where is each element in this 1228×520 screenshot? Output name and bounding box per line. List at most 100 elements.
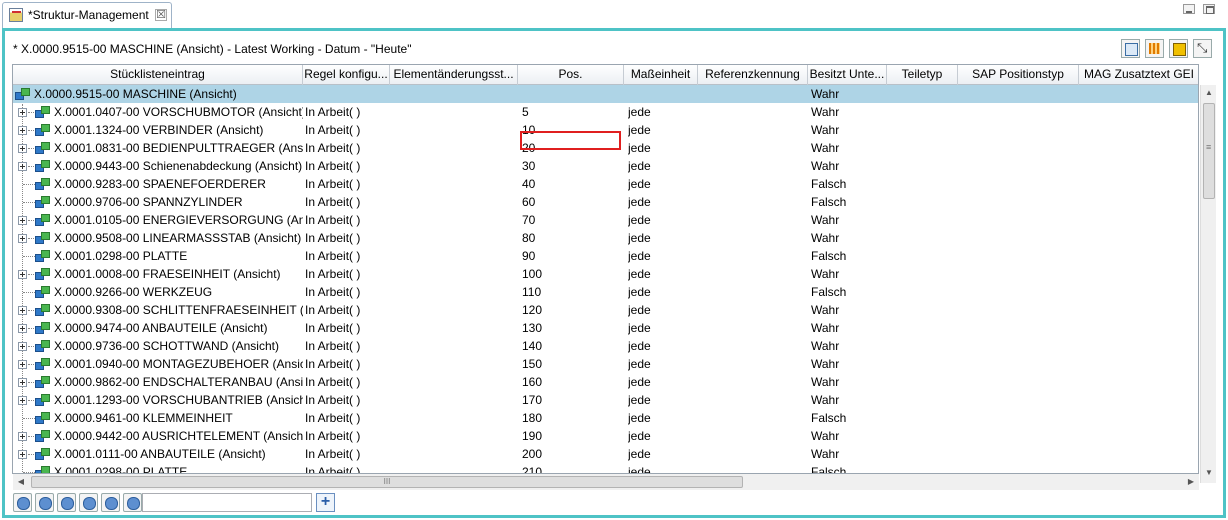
search-input[interactable] xyxy=(142,493,312,512)
column-header[interactable]: Maßeinheit xyxy=(624,65,698,85)
horizontal-scrollbar[interactable]: ◀ III ▶ xyxy=(13,474,1199,490)
insert-button[interactable] xyxy=(13,493,32,512)
expand-icon[interactable] xyxy=(18,306,27,315)
column-header[interactable]: Stücklisteneintrag xyxy=(13,65,303,85)
expand-icon[interactable] xyxy=(18,396,27,405)
column-header[interactable]: SAP Positionstyp xyxy=(958,65,1079,85)
table-row[interactable]: X.0000.9442-00 AUSRICHTELEMENT (Ansicht)… xyxy=(13,427,1198,445)
table-row[interactable]: X.0001.0940-00 MONTAGEZUBEHOER (Ansicht)… xyxy=(13,355,1198,373)
table-row[interactable]: X.0001.0111-00 ANBAUTEILE (Ansicht) In Ar… xyxy=(13,445,1198,463)
horizontal-scroll-thumb[interactable]: III xyxy=(31,476,743,488)
expand-icon[interactable] xyxy=(18,432,27,441)
row-unit: jede xyxy=(628,159,651,173)
maximize-button[interactable] xyxy=(1203,4,1215,14)
expand-icon[interactable] xyxy=(18,216,27,225)
scroll-left-icon[interactable]: ◀ xyxy=(13,474,29,490)
row-has-children: Wahr xyxy=(811,231,840,245)
find-button[interactable] xyxy=(79,493,98,512)
row-position: 60 xyxy=(522,195,536,209)
row-name: X.0000.9266-00 WERKZEUG xyxy=(54,285,213,299)
table-row[interactable]: X.0000.9706-00 SPANNZYLINDER In Arbeit( )… xyxy=(13,193,1198,211)
row-has-children: Wahr xyxy=(811,357,840,371)
part-icon xyxy=(35,357,51,371)
table-row[interactable]: X.0000.9862-00 ENDSCHALTERANBAU (Ansic..… xyxy=(13,373,1198,391)
row-unit: jede xyxy=(628,105,651,119)
row-has-children: Falsch xyxy=(811,285,847,299)
row-rule: In Arbeit( ) xyxy=(305,159,361,173)
expand-icon[interactable] xyxy=(18,108,27,117)
part-icon xyxy=(35,249,51,263)
row-name: X.0001.0940-00 MONTAGEZUBEHOER (Ansicht) xyxy=(54,357,303,371)
table-row[interactable]: X.0000.9308-00 SCHLITTENFRAESEINHEIT (An… xyxy=(13,301,1198,319)
add-button[interactable]: + xyxy=(316,493,335,512)
column-header[interactable]: Regel konfigu... xyxy=(303,65,390,85)
column-header[interactable]: Teiletyp xyxy=(887,65,958,85)
row-position: 170 xyxy=(522,393,543,407)
row-name: X.0000.9442-00 AUSRICHTELEMENT (Ansicht) xyxy=(54,429,303,443)
row-has-children: Falsch xyxy=(811,249,847,263)
row-position: 130 xyxy=(522,321,543,335)
expand-icon[interactable] xyxy=(18,378,27,387)
row-has-children: Wahr xyxy=(811,447,840,461)
table-row[interactable]: X.0000.9461-00 KLEMMEINHEIT In Arbeit( ) 1… xyxy=(13,409,1198,427)
column-header[interactable]: Elementänderungsst... xyxy=(390,65,518,85)
table-row[interactable]: X.0001.0407-00 VORSCHUBMOTOR (Ansicht) In… xyxy=(13,103,1198,121)
row-position: 120 xyxy=(522,303,543,317)
row-rule: In Arbeit( ) xyxy=(305,465,361,474)
save-button[interactable] xyxy=(1169,39,1188,58)
table-row[interactable]: X.0001.0298-00 PLATTE In Arbeit( ) 210 jede… xyxy=(13,463,1198,474)
table-row[interactable]: X.0000.9508-00 LINEARMASSSTAB (Ansicht) I… xyxy=(13,229,1198,247)
vertical-scroll-thumb[interactable]: ≡ xyxy=(1203,103,1215,199)
configure-button[interactable] xyxy=(123,493,142,512)
part-icon xyxy=(35,177,51,191)
scroll-up-icon[interactable]: ▲ xyxy=(1201,85,1217,101)
row-rule: In Arbeit( ) xyxy=(305,303,361,317)
refresh-button[interactable] xyxy=(57,493,76,512)
scroll-down-icon[interactable]: ▼ xyxy=(1201,465,1217,481)
close-icon[interactable]: ☒ xyxy=(155,9,167,21)
expand-icon[interactable] xyxy=(18,270,27,279)
navigate-button[interactable] xyxy=(35,493,54,512)
part-icon xyxy=(35,231,51,245)
row-unit: jede xyxy=(628,429,651,443)
table-row[interactable]: X.0000.9736-00 SCHOTTWAND (Ansicht) In Ar… xyxy=(13,337,1198,355)
expand-icon[interactable] xyxy=(18,144,27,153)
table-row[interactable]: X.0000.9443-00 Schienenabdeckung (Ansich… xyxy=(13,157,1198,175)
table-row-root[interactable]: X.0000.9515-00 MASCHINE (Ansicht) Wahr xyxy=(13,85,1198,103)
column-header[interactable]: Besitzt Unte... xyxy=(808,65,887,85)
column-header[interactable]: Referenzkennung xyxy=(698,65,808,85)
table-row[interactable]: X.0000.9283-00 SPAENEFOERDERER In Arbeit(… xyxy=(13,175,1198,193)
column-header[interactable]: Pos. xyxy=(518,65,624,85)
column-header[interactable]: MAG Zusatztext GEI xyxy=(1079,65,1198,85)
table-row[interactable]: X.0001.0105-00 ENERGIEVERSORGUNG (Ansic.… xyxy=(13,211,1198,229)
collapse-button[interactable] xyxy=(1193,39,1212,58)
row-has-children: Wahr xyxy=(811,141,840,155)
expand-icon[interactable] xyxy=(18,234,27,243)
expand-icon[interactable] xyxy=(18,126,27,135)
table-row[interactable]: X.0001.1293-00 VORSCHUBANTRIEB (Ansicht)… xyxy=(13,391,1198,409)
part-icon xyxy=(35,375,51,389)
tree-connector xyxy=(23,292,35,293)
row-unit: jede xyxy=(628,213,651,227)
part-icon xyxy=(35,285,51,299)
table-row[interactable]: X.0001.0008-00 FRAESEINHEIT (Ansicht) In … xyxy=(13,265,1198,283)
row-rule: In Arbeit( ) xyxy=(305,177,361,191)
table-view-button[interactable] xyxy=(1145,39,1164,58)
vertical-scrollbar[interactable]: ▲ ≡ ▼ xyxy=(1200,85,1216,483)
tab-struktur-management[interactable]: *Struktur-Management ☒ xyxy=(2,2,172,28)
expand-icon[interactable] xyxy=(18,342,27,351)
filter-button[interactable] xyxy=(101,493,120,512)
row-name: X.0001.0298-00 PLATTE xyxy=(54,249,188,263)
expand-icon[interactable] xyxy=(18,324,27,333)
scroll-right-icon[interactable]: ▶ xyxy=(1183,474,1199,490)
expand-icon[interactable] xyxy=(18,450,27,459)
table-row[interactable]: X.0000.9474-00 ANBAUTEILE (Ansicht) In Ar… xyxy=(13,319,1198,337)
expand-icon[interactable] xyxy=(18,360,27,369)
structure-panel: * X.0000.9515-00 MASCHINE (Ansicht) - La… xyxy=(2,28,1226,518)
table-row[interactable]: X.0000.9266-00 WERKZEUG In Arbeit( ) 110 je… xyxy=(13,283,1198,301)
expand-icon[interactable] xyxy=(18,162,27,171)
new-window-button[interactable] xyxy=(1121,39,1140,58)
row-rule: In Arbeit( ) xyxy=(305,429,361,443)
minimize-button[interactable] xyxy=(1183,4,1195,14)
table-row[interactable]: X.0001.0298-00 PLATTE In Arbeit( ) 90 jede F… xyxy=(13,247,1198,265)
